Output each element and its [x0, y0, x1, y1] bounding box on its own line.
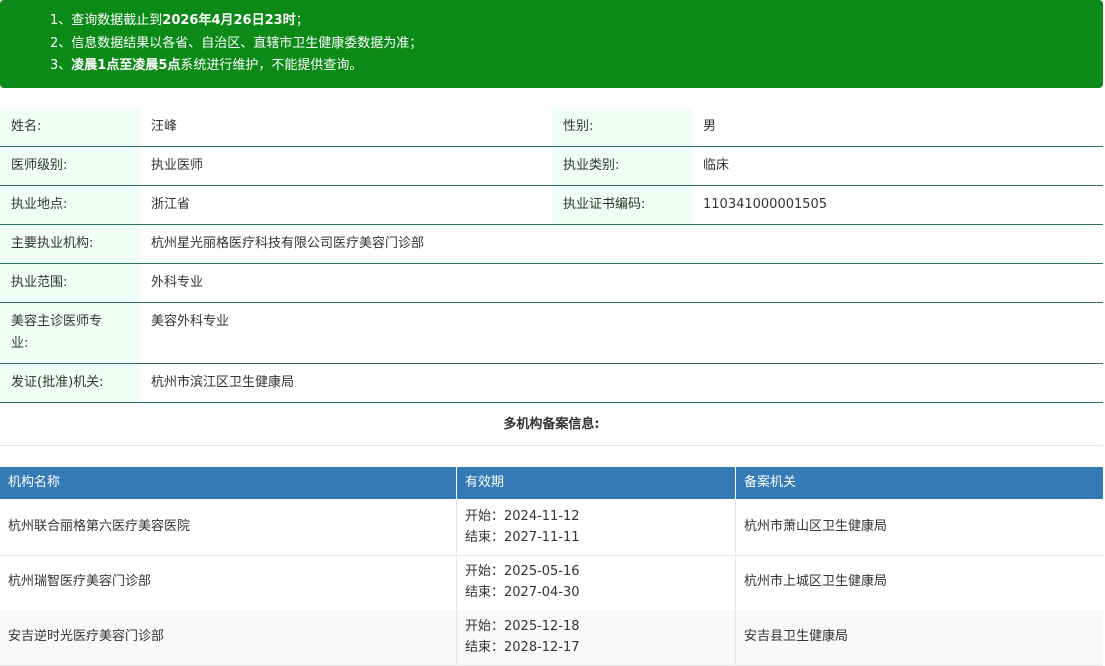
issuer-label: 发证(批准)机关:: [11, 375, 104, 390]
notice-line-3: 3、凌晨1点至凌晨5点系统进行维护，不能提供查询。: [50, 57, 362, 75]
profile-row-name: 姓名: 汪峰 性别: 男: [0, 108, 1103, 147]
row-authority: 杭州市上城区卫生健康局: [744, 574, 888, 589]
notice-banner: 1、查询数据截止到2026年4月26日23时； 2、信息数据结果以各省、自治区、…: [0, 0, 1103, 88]
notice-line-3-prefix: 3、: [50, 58, 72, 73]
header-authority: 备案机关: [744, 475, 797, 490]
row-validity-cell: 开始：2024-11-12 结束：2027-11-11: [457, 500, 736, 555]
notice-line-3-bold: 凌晨1点至凌晨5点: [71, 58, 181, 73]
scope-value: 外科专业: [151, 275, 204, 290]
category-value: 临床: [703, 158, 730, 173]
location-value: 浙江省: [151, 197, 191, 212]
level-value: 执业医师: [151, 158, 204, 173]
profile-row-cosmetic: 美容主诊医师专 业: 美容外科专业: [0, 303, 1103, 364]
row-start-date: 开始：2025-12-18: [465, 619, 580, 634]
row-institution-cell: 安吉逆时光医疗美容门诊部: [0, 610, 457, 665]
cosmetic-label-line-1: 美容主诊医师专: [11, 314, 103, 329]
row-institution-cell: 杭州瑞智医疗美容门诊部: [0, 555, 457, 610]
row-institution-cell: 杭州联合丽格第六医疗美容医院: [0, 500, 457, 555]
row-start-date: 开始：2025-05-16: [465, 564, 580, 579]
category-label: 执业类别:: [563, 158, 620, 173]
profile-row-location: 执业地点: 浙江省 执业证书编码: 110341000001505: [0, 186, 1103, 225]
scope-label: 执业范围:: [11, 275, 68, 290]
notice-line-2: 2、信息数据结果以各省、自治区、直辖市卫生健康委数据为准；: [50, 36, 423, 51]
row-institution-name: 杭州联合丽格第六医疗美容医院: [8, 519, 191, 534]
row-end-date: 结束：2027-04-30: [465, 585, 580, 600]
row-authority-cell: 杭州市上城区卫生健康局: [736, 555, 1103, 610]
gender-value: 男: [703, 119, 717, 134]
row-authority-cell: 杭州市萧山区卫生健康局: [736, 500, 1103, 555]
header-institution-name: 机构名称: [0, 467, 457, 499]
table-row: 杭州瑞智医疗美容门诊部 开始：2025-05-16 结束：2027-04-30 …: [0, 555, 1103, 611]
multi-institution-title: 多机构备案信息:: [0, 405, 1103, 446]
notice-line-1-bold: 2026年4月26日23时: [162, 13, 296, 28]
row-end-date: 结束：2028-12-17: [465, 640, 580, 655]
name-value: 汪峰: [151, 119, 178, 134]
name-label: 姓名:: [11, 119, 42, 134]
location-label: 执业地点:: [11, 197, 68, 212]
row-institution-name: 安吉逆时光医疗美容门诊部: [8, 629, 165, 644]
issuer-value: 杭州市滨江区卫生健康局: [151, 375, 295, 390]
cosmetic-value: 美容外科专业: [151, 314, 230, 329]
row-authority: 安吉县卫生健康局: [744, 629, 849, 644]
notice-line-1-prefix: 1、查询数据截止到: [50, 13, 163, 28]
row-validity-cell: 开始：2025-05-16 结束：2027-04-30: [457, 555, 736, 610]
profile-row-scope: 执业范围: 外科专业: [0, 264, 1103, 303]
header-validity: 有效期: [457, 467, 736, 499]
gender-label: 性别:: [563, 119, 594, 134]
level-label: 医师级别:: [11, 158, 68, 173]
profile-row-issuer: 发证(批准)机关: 杭州市滨江区卫生健康局: [0, 364, 1103, 403]
table-row: 杭州联合丽格第六医疗美容医院 开始：2024-11-12 结束：2027-11-…: [0, 500, 1103, 556]
row-authority-cell: 安吉县卫生健康局: [736, 610, 1103, 665]
cert-label: 执业证书编码:: [563, 197, 646, 212]
profile-row-level: 医师级别: 执业医师 执业类别: 临床: [0, 147, 1103, 186]
notice-line-3-suffix: 系统进行维护，不能提供查询。: [180, 58, 363, 73]
institution-value: 杭州星光丽格医疗科技有限公司医疗美容门诊部: [151, 236, 425, 251]
table-row: 安吉逆时光医疗美容门诊部 开始：2025-12-18 结束：2028-12-17…: [0, 610, 1103, 666]
cert-value: 110341000001505: [703, 197, 828, 212]
notice-line-1-suffix: ；: [295, 13, 309, 28]
row-authority: 杭州市萧山区卫生健康局: [744, 519, 888, 534]
profile-row-institution: 主要执业机构: 杭州星光丽格医疗科技有限公司医疗美容门诊部: [0, 225, 1103, 264]
row-validity-cell: 开始：2025-12-18 结束：2028-12-17: [457, 610, 736, 665]
table-header: 机构名称 有效期 备案机关: [0, 467, 1103, 499]
cosmetic-label-line-2: 业:: [11, 336, 29, 351]
institution-label: 主要执业机构:: [11, 236, 94, 251]
row-institution-name: 杭州瑞智医疗美容门诊部: [8, 574, 152, 589]
row-end-date: 结束：2027-11-11: [465, 530, 580, 545]
row-start-date: 开始：2024-11-12: [465, 509, 580, 524]
notice-line-1: 1、查询数据截止到2026年4月26日23时；: [50, 12, 309, 30]
